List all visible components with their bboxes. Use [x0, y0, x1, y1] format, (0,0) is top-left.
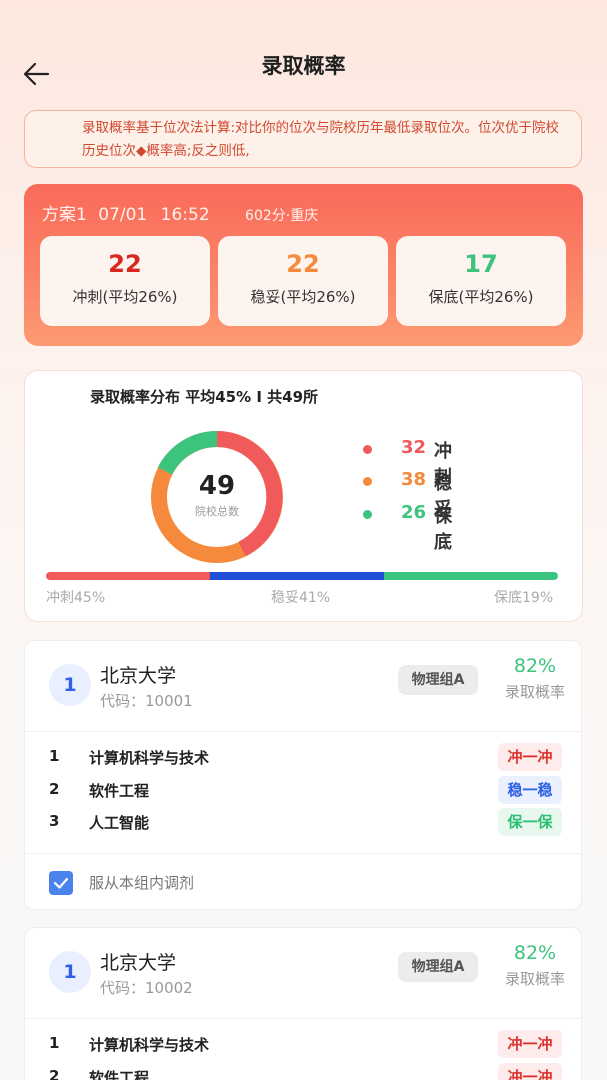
- major-name: 计算机科学与技术: [89, 749, 210, 767]
- donut-total-label: 院校总数: [195, 505, 239, 518]
- checkmark-icon: [53, 877, 69, 889]
- plan-name: 方案1: [42, 205, 87, 225]
- plan-time: 16:52: [160, 205, 210, 225]
- probability-label: 录取概率: [504, 683, 565, 701]
- major-name: 计算机科学与技术: [89, 1036, 210, 1054]
- university-card[interactable]: 1 北京大学 代码：10002 物理组A 82% 录取概率 1 计算机科学与技术…: [24, 927, 582, 1080]
- page-title: 录取概率: [261, 54, 346, 78]
- legend-label: 保底: [434, 506, 452, 553]
- plan-score-region: 602分·重庆: [245, 208, 319, 224]
- major-index: 1: [49, 1034, 60, 1052]
- major-index: 2: [49, 780, 60, 798]
- major-tag-rush[interactable]: 冲一冲: [498, 1063, 562, 1080]
- stat-safe-value: 17: [464, 250, 498, 278]
- major-tag-rush[interactable]: 冲一冲: [498, 1030, 562, 1058]
- stat-rush-label: 冲刺(平均26%): [72, 288, 178, 306]
- bar-segment-rush: [46, 572, 210, 580]
- probability-label: 录取概率: [504, 970, 565, 988]
- major-index: 3: [49, 812, 60, 830]
- legend-value: 32: [401, 437, 427, 458]
- major-name: 人工智能: [89, 814, 150, 832]
- group-tag: 物理组A: [398, 665, 478, 695]
- university-code: 代码：10001: [100, 692, 193, 710]
- bar-segment-stable: [210, 572, 384, 580]
- stat-stable-value: 22: [286, 250, 320, 278]
- legend-dot: [363, 445, 372, 454]
- major-row[interactable]: 3 人工智能 保一保: [47, 808, 562, 836]
- stat-safe-label: 保底(平均26%): [428, 288, 534, 306]
- donut-total: 49: [198, 471, 236, 501]
- university-name: 北京大学: [100, 952, 177, 974]
- university-name: 北京大学: [100, 665, 177, 687]
- adjust-label: 服从本组内调剂: [89, 874, 195, 892]
- major-tag-safe[interactable]: 保一保: [498, 808, 562, 836]
- divider: [25, 1018, 581, 1019]
- rank-badge: 1: [49, 951, 91, 993]
- stat-rush-value: 22: [108, 250, 142, 278]
- bar-label-rush: 冲刺45%: [46, 590, 106, 606]
- plan-date: 07/01: [98, 205, 148, 225]
- bar-label-safe: 保底19%: [494, 590, 554, 606]
- bar-label-stable: 稳妥41%: [271, 590, 331, 606]
- distribution-title: 录取概率分布 平均45% I 共49所: [90, 388, 319, 406]
- major-tag-rush[interactable]: 冲一冲: [498, 743, 562, 771]
- header: 录取概率: [0, 0, 607, 110]
- major-tag-stable[interactable]: 稳一稳: [498, 776, 562, 804]
- major-index: 1: [49, 747, 60, 765]
- admission-probability: 82% 录取概率: [495, 655, 575, 702]
- major-row[interactable]: 2 软件工程 冲一冲: [47, 1063, 562, 1080]
- legend-dot: [363, 510, 372, 519]
- major-name: 软件工程: [89, 782, 150, 800]
- probability-value: 82%: [513, 942, 557, 964]
- divider: [25, 731, 581, 732]
- notice-text: 录取概率基于位次法计算:对比你的位次与院校历年最低录取位次。位次优于院校历史位次…: [82, 120, 560, 159]
- legend-value: 38: [401, 469, 427, 490]
- distribution-card: 录取概率分布 平均45% I 共49所 49 院校总数 32 冲刺 38 稳妥 …: [24, 370, 583, 622]
- plan-header: 方案1 07/01 16:52 602分·重庆: [42, 200, 318, 225]
- donut-center: 49 院校总数: [147, 427, 287, 567]
- notice-banner: 录取概率基于位次法计算:对比你的位次与院校历年最低录取位次。位次优于院校历史位次…: [24, 110, 582, 168]
- admission-probability: 82% 录取概率: [495, 942, 575, 989]
- major-row[interactable]: 2 软件工程 稳一稳: [47, 776, 562, 804]
- major-index: 2: [49, 1067, 60, 1080]
- stat-rush[interactable]: 22 冲刺(平均26%): [40, 236, 210, 326]
- probability-value: 82%: [513, 655, 557, 677]
- major-row[interactable]: 1 计算机科学与技术 冲一冲: [47, 743, 562, 771]
- bar-segment-safe: [384, 572, 558, 580]
- university-code: 代码：10002: [100, 979, 193, 997]
- divider: [25, 853, 581, 854]
- major-row[interactable]: 1 计算机科学与技术 冲一冲: [47, 1030, 562, 1058]
- legend-value: 26: [401, 502, 427, 523]
- major-name: 软件工程: [89, 1069, 150, 1080]
- rank-badge: 1: [49, 664, 91, 706]
- group-tag: 物理组A: [398, 952, 478, 982]
- university-card[interactable]: 1 北京大学 代码：10001 物理组A 82% 录取概率 1 计算机科学与技术…: [24, 640, 582, 910]
- plan-summary-card: 方案1 07/01 16:52 602分·重庆 22 冲刺(平均26%) 22 …: [24, 184, 583, 346]
- legend-dot: [363, 477, 372, 486]
- stat-stable[interactable]: 22 稳妥(平均26%): [218, 236, 388, 326]
- stat-safe[interactable]: 17 保底(平均26%): [396, 236, 566, 326]
- adjust-checkbox[interactable]: [49, 871, 73, 895]
- stat-stable-label: 稳妥(平均26%): [250, 288, 356, 306]
